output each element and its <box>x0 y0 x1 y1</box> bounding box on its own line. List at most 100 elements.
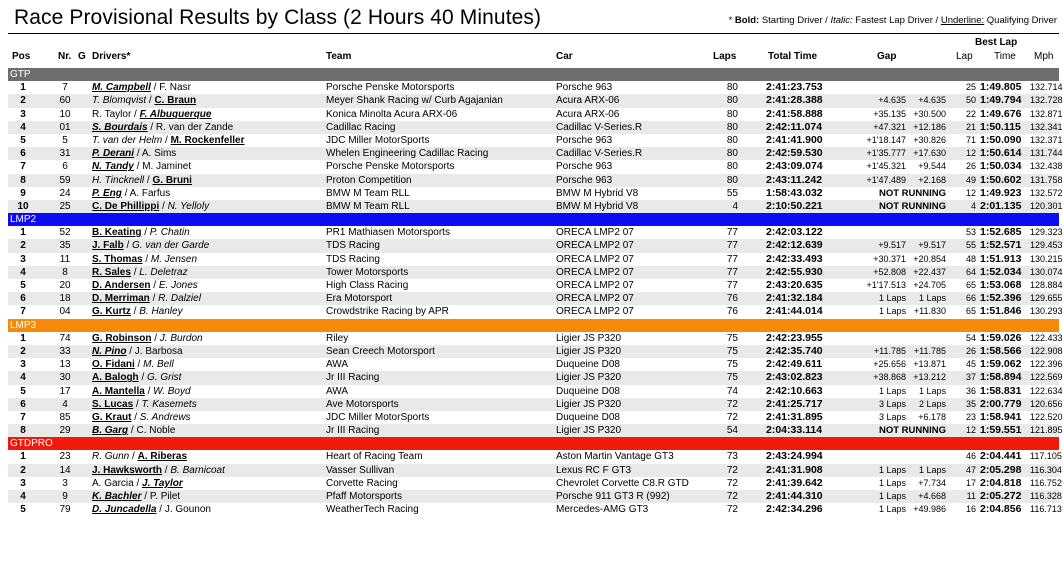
team-cell: Porsche Penske Motorsports <box>326 82 455 94</box>
legend-bold-label: Bold: <box>734 15 760 26</box>
total-time-cell: 2:42:35.740 <box>766 344 823 357</box>
laps-cell: 80 <box>726 121 738 133</box>
driver-name: A. Mantella <box>92 385 145 397</box>
best-lap-time-cell: 1:50.034 <box>980 160 1022 173</box>
drivers-cell: A. Balogh / G. Grist <box>92 372 182 384</box>
laps-cell: 77 <box>726 266 738 278</box>
driver-name: D. Juncadella <box>92 504 157 516</box>
best-lap-time-cell: 1:49.923 <box>980 186 1022 199</box>
driver-name: R. van der Zande <box>155 121 234 133</box>
car-cell: BMW M Hybrid V8 <box>556 200 639 212</box>
position-cell: 4 <box>20 491 26 502</box>
car-number-cell: 10 <box>59 108 71 120</box>
laps-cell: 72 <box>726 464 738 476</box>
table-row: 6 4 S. Lucas / T. Kasemets Ave Motorsports L… <box>8 397 1063 411</box>
position-cell: 3 <box>20 108 26 120</box>
drivers-cell: O. Fidani / M. Bell <box>92 359 174 371</box>
best-lap-number-cell: 37 <box>965 372 976 383</box>
laps-cell: 74 <box>726 385 738 397</box>
table-row: 5 17 A. Mantella / W. Boyd AWA Duqueine D08 7… <box>8 385 1062 398</box>
best-lap-mph-cell: 122.396 <box>1030 359 1063 370</box>
position-cell: 1 <box>20 332 26 344</box>
driver-name: D. Merriman <box>92 293 150 305</box>
best-lap-time-cell: 2:01.135 <box>980 199 1022 212</box>
col-g: G <box>78 51 86 62</box>
best-lap-time-cell: 2:04.818 <box>980 476 1022 489</box>
best-lap-number-cell: 23 <box>965 411 976 422</box>
driver-name: S. Lucas <box>92 398 134 410</box>
car-cell: ORECA LMP2 07 <box>556 240 634 252</box>
best-lap-time-cell: 1:50.614 <box>980 147 1022 160</box>
gap-to-leader-cell: 1 Laps <box>878 385 906 396</box>
driver-name: P. Eng <box>92 187 122 199</box>
total-time-cell: 1:58:43.032 <box>766 186 823 199</box>
col-time: Time <box>994 51 1016 62</box>
gap-to-leader-cell: 3 Laps <box>878 398 906 409</box>
driver-name: E. Jones <box>158 280 198 291</box>
driver-name: B. Garg <box>92 425 129 437</box>
laps-cell: 80 <box>726 134 738 146</box>
driver-name: R. Taylor <box>92 108 132 120</box>
best-lap-number-cell: 17 <box>965 477 976 488</box>
driver-name: N. Tandy <box>92 161 134 173</box>
total-time-cell: 2:42:11.074 <box>766 120 823 133</box>
col-total-time: Total Time <box>768 51 818 62</box>
table-row: 1 74 G. Robinson / J. Burdon Riley Ligier JS… <box>8 332 1062 345</box>
team-cell: Pfaff Motorsports <box>326 491 402 502</box>
total-time-cell: 2:10:50.221 <box>766 199 823 212</box>
driver-name: R. Gunn <box>92 451 130 463</box>
best-lap-mph-cell: 116.713 <box>1030 504 1062 515</box>
driver-name: J. Falb <box>92 240 124 252</box>
best-lap-number-cell: 26 <box>965 345 976 356</box>
drivers-cell: C. De Phillippi / N. Yelloly <box>92 200 210 212</box>
car-number-cell: 60 <box>59 95 71 107</box>
table-row: 1 7 M. Campbell / F. Nasr Porsche Penske Mo… <box>8 81 1062 94</box>
laps-cell: 77 <box>726 253 738 265</box>
driver-name: C. Noble <box>136 425 176 437</box>
best-lap-mph-cell: 131.758 <box>1030 174 1063 185</box>
legend-italic-text: Fastest Lap Driver / <box>852 15 941 26</box>
col-pos: Pos <box>12 51 31 62</box>
status-cell: NOT RUNNING <box>878 187 946 199</box>
total-time-cell: 2:41:41.900 <box>766 133 823 146</box>
best-lap-time-cell: 1:58.566 <box>980 344 1022 357</box>
car-cell: Cadillac V-Series.R <box>556 121 643 133</box>
laps-cell: 77 <box>726 240 738 252</box>
drivers-cell: R. Sales / L. Deletraz <box>92 266 188 278</box>
table-row: 2 14 J. Hawksworth / B. Barnicoat Vasser Su… <box>8 463 1062 477</box>
drivers-cell: J. Falb / G. van der Garde <box>92 240 210 252</box>
best-lap-time-cell: 1:59.551 <box>980 424 1022 437</box>
position-cell: 8 <box>20 425 26 437</box>
best-lap-time-cell: 2:04.441 <box>980 450 1022 463</box>
best-lap-mph-cell: 121.895 <box>1030 425 1063 436</box>
drivers-cell: G. Kurtz / B. Hanley <box>92 306 183 318</box>
gap-to-previous-cell: +24.705 <box>913 280 946 290</box>
driver-name: A. Balogh <box>92 372 139 384</box>
best-lap-mph-cell: 132.371 <box>1030 134 1063 145</box>
drivers-cell: B. Garg / C. Noble <box>92 425 176 437</box>
total-time-cell: 2:43:02.823 <box>766 371 823 384</box>
best-lap-number-cell: 65 <box>965 306 976 317</box>
laps-cell: 80 <box>726 174 738 186</box>
driver-name: S. Andrews <box>139 411 191 423</box>
best-lap-number-cell: 25 <box>965 82 976 93</box>
position-cell: 9 <box>20 187 26 199</box>
total-time-cell: 2:41:44.310 <box>766 490 823 502</box>
laps-cell: 72 <box>726 491 738 502</box>
drivers-cell: D. Juncadella / J. Gounon <box>92 504 211 516</box>
laps-cell: 76 <box>726 293 738 305</box>
best-lap-time-cell: 1:51.846 <box>980 305 1022 318</box>
gap-to-previous-cell: +20.854 <box>913 253 946 264</box>
gap-to-previous-cell: +13.212 <box>913 372 946 383</box>
page-title: Race Provisional Results by Class (2 Hou… <box>14 6 542 29</box>
table-row: 1 52 B. Keating / P. Chatin PR1 Mathiasen M… <box>8 226 1062 239</box>
gap-to-leader-cell: 1 Laps <box>878 477 906 488</box>
gap-to-previous-cell: +4.635 <box>918 95 946 106</box>
best-lap-mph-cell: 122.908 <box>1030 345 1063 356</box>
best-lap-number-cell: 22 <box>965 108 976 119</box>
team-cell: BMW M Team RLL <box>326 200 410 212</box>
position-cell: 1 <box>20 82 26 94</box>
car-cell: Acura ARX-06 <box>556 108 620 120</box>
total-time-cell: 2:42:03.122 <box>766 226 823 239</box>
best-lap-time-cell: 1:52.571 <box>980 239 1022 252</box>
